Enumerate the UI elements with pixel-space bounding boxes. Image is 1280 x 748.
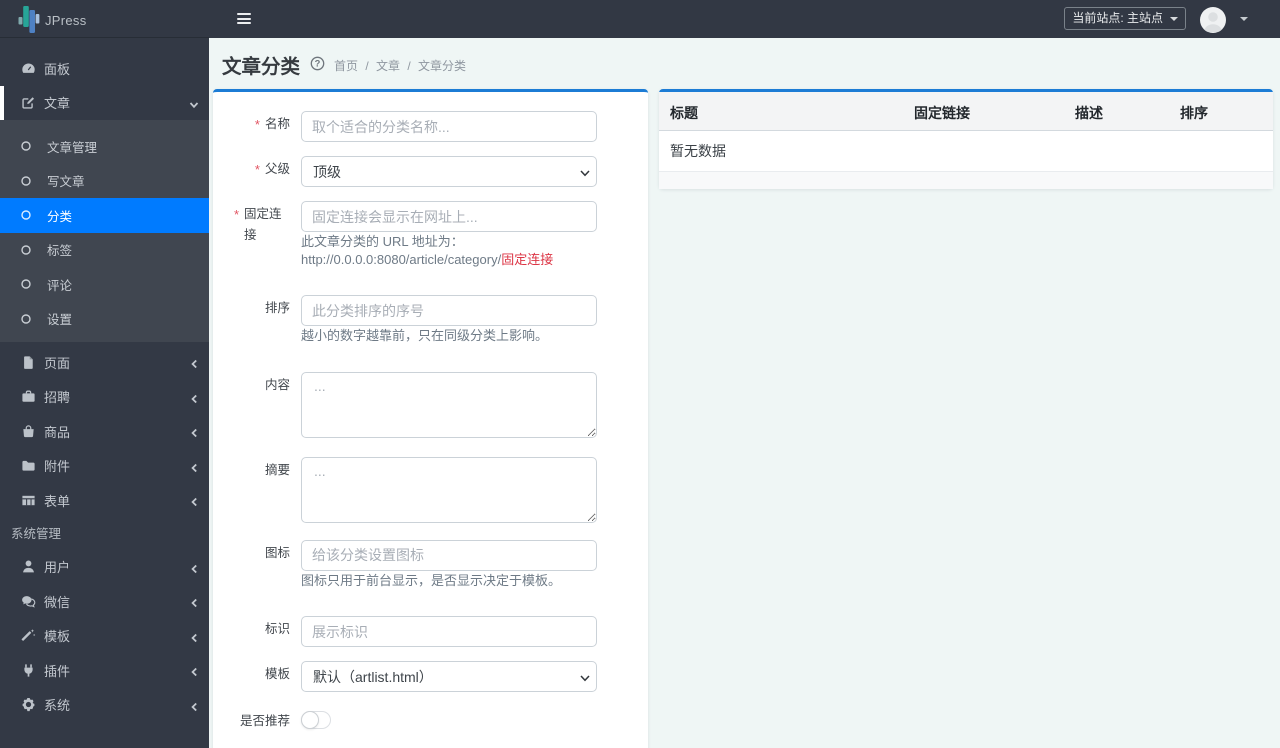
svg-text:?: ? bbox=[315, 58, 321, 68]
